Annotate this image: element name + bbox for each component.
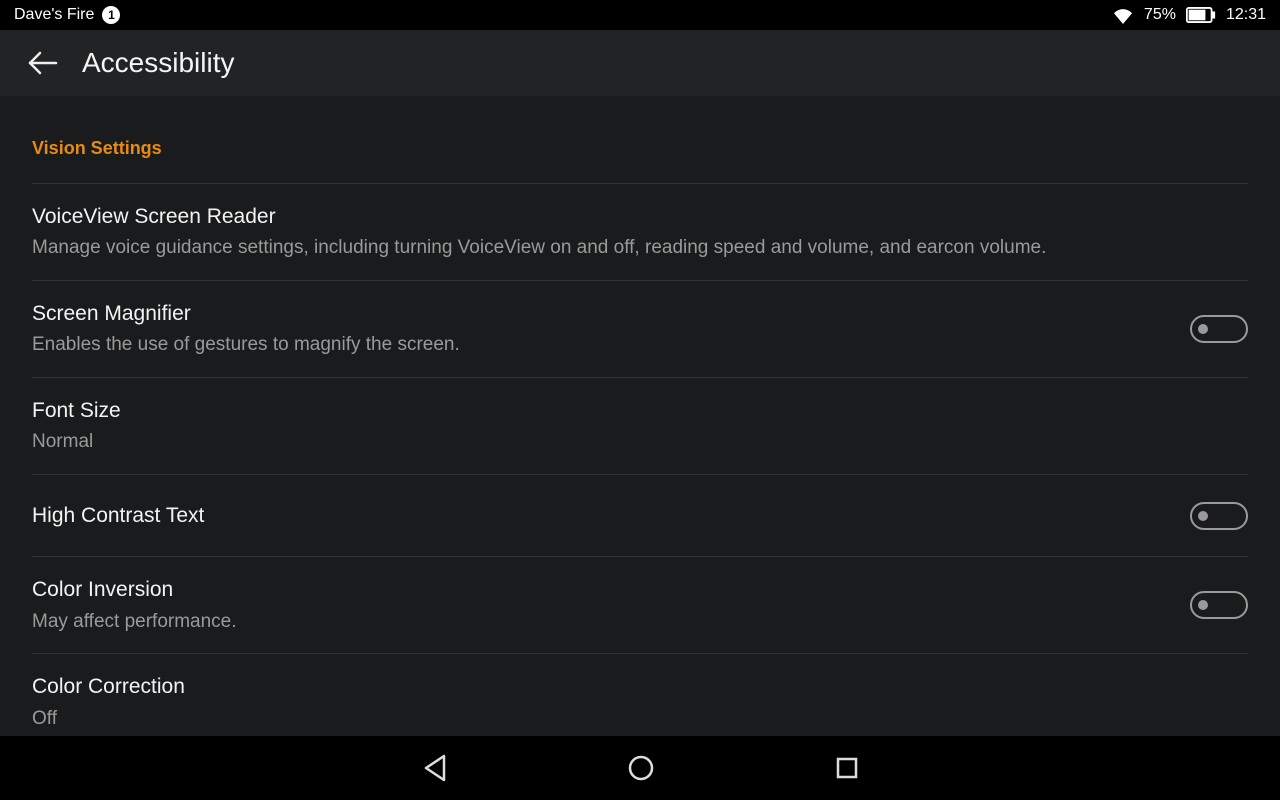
clock: 12:31: [1226, 6, 1266, 24]
section-header-vision: Vision Settings: [32, 96, 1248, 184]
nav-home-button[interactable]: [627, 754, 655, 782]
toggle-screen-magnifier[interactable]: [1190, 315, 1248, 343]
row-title: Screen Magnifier: [32, 299, 1170, 328]
row-title: Color Inversion: [32, 575, 1170, 604]
row-font-size[interactable]: Font Size Normal: [32, 378, 1248, 475]
row-screen-magnifier[interactable]: Screen Magnifier Enables the use of gest…: [32, 281, 1248, 378]
nav-bar: [0, 736, 1280, 800]
app-bar: Accessibility: [0, 30, 1280, 96]
row-subtitle: Off: [32, 706, 1248, 733]
row-subtitle: Enables the use of gestures to magnify t…: [32, 332, 1170, 359]
status-bar: Dave's Fire 1 75% 12:31: [0, 0, 1280, 30]
settings-list: Vision Settings VoiceView Screen Reader …: [0, 96, 1280, 736]
row-color-inversion[interactable]: Color Inversion May affect performance.: [32, 557, 1248, 654]
row-title: VoiceView Screen Reader: [32, 202, 1248, 231]
toggle-high-contrast[interactable]: [1190, 502, 1248, 530]
battery-percent: 75%: [1144, 6, 1176, 24]
row-title: Color Correction: [32, 672, 1248, 701]
wifi-icon: [1112, 6, 1134, 24]
row-subtitle: Manage voice guidance settings, includin…: [32, 235, 1248, 262]
row-subtitle: Normal: [32, 429, 1248, 456]
row-color-correction[interactable]: Color Correction Off: [32, 654, 1248, 732]
row-high-contrast[interactable]: High Contrast Text: [32, 475, 1248, 557]
nav-recent-button[interactable]: [835, 756, 859, 780]
row-subtitle: May affect performance.: [32, 609, 1170, 636]
row-title: High Contrast Text: [32, 501, 1170, 530]
device-name: Dave's Fire: [14, 6, 94, 24]
toggle-color-inversion[interactable]: [1190, 591, 1248, 619]
battery-icon: [1186, 7, 1216, 23]
row-voiceview[interactable]: VoiceView Screen Reader Manage voice gui…: [32, 184, 1248, 281]
row-title: Font Size: [32, 396, 1248, 425]
nav-back-button[interactable]: [421, 754, 447, 782]
notification-badge[interactable]: 1: [102, 6, 120, 24]
page-title: Accessibility: [82, 47, 234, 79]
back-button[interactable]: [28, 51, 58, 75]
